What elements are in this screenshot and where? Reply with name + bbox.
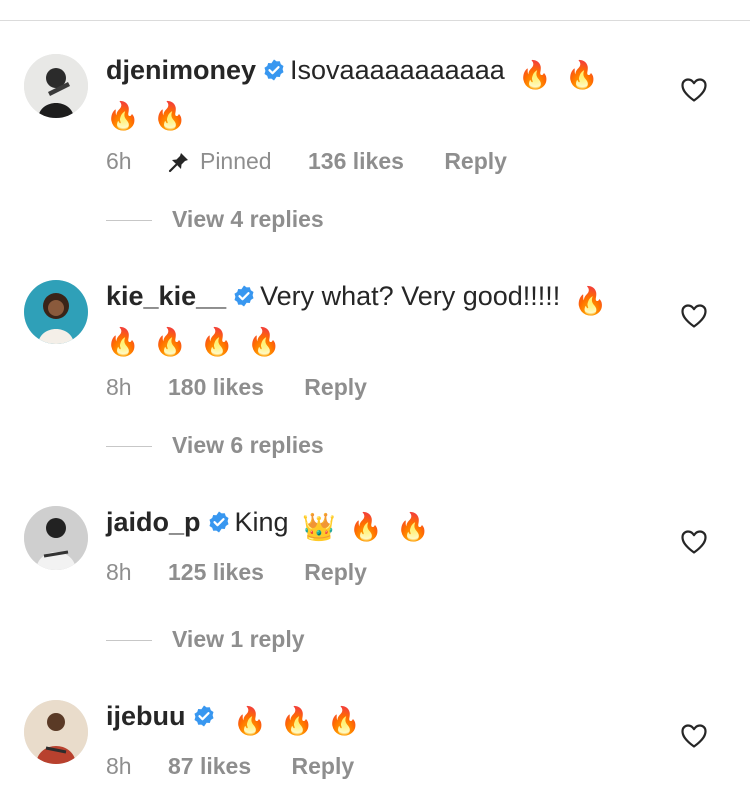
fire-emoji-icon: 🔥 bbox=[153, 327, 187, 357]
reply-button[interactable]: Reply bbox=[444, 148, 507, 175]
heart-outline-icon[interactable] bbox=[680, 529, 708, 555]
comment-meta: 8h 125 likes Reply bbox=[106, 559, 666, 586]
verified-badge-icon bbox=[207, 507, 231, 543]
comment-text: Isovaaaaaaaaaaa bbox=[290, 55, 505, 85]
fire-emoji-icon: 🔥 bbox=[327, 706, 361, 736]
divider-line bbox=[106, 640, 152, 642]
pinned-label: Pinned bbox=[168, 148, 272, 179]
comment-body: kie_kie__ Very what? Very good!!!!! 🔥 🔥 … bbox=[106, 278, 666, 401]
avatar[interactable] bbox=[24, 280, 88, 344]
likes-count[interactable]: 125 likes bbox=[168, 559, 264, 586]
comment-text-line: ijebuu 🔥 🔥 🔥 bbox=[106, 698, 666, 739]
comment-body: djenimoney Isovaaaaaaaaaaa 🔥 🔥 🔥 🔥 6h Pi… bbox=[106, 52, 666, 179]
view-replies-label: View 4 replies bbox=[172, 206, 324, 232]
likes-count[interactable]: 180 likes bbox=[168, 374, 264, 401]
comment-meta: 6h Pinned 136 likes Reply bbox=[106, 148, 666, 179]
reply-button[interactable]: Reply bbox=[304, 374, 367, 401]
username[interactable]: djenimoney bbox=[106, 55, 256, 85]
fire-emoji-icon: 🔥 bbox=[153, 101, 187, 131]
timestamp: 8h bbox=[106, 559, 132, 585]
verified-badge-icon bbox=[232, 281, 256, 317]
pin-icon bbox=[168, 151, 190, 179]
avatar[interactable] bbox=[24, 700, 88, 764]
pinned-text: Pinned bbox=[199, 148, 272, 174]
username[interactable]: kie_kie__ bbox=[106, 281, 226, 311]
fire-emoji-icon: 🔥 bbox=[233, 706, 267, 736]
heart-outline-icon[interactable] bbox=[680, 77, 708, 103]
timestamp: 6h bbox=[106, 148, 132, 174]
fire-emoji-icon: 🔥 bbox=[106, 327, 140, 357]
fire-emoji-icon: 🔥 bbox=[280, 706, 314, 736]
view-replies-label: View 1 reply bbox=[172, 626, 305, 652]
fire-emoji-icon: 🔥 bbox=[106, 101, 140, 131]
likes-count[interactable]: 87 likes bbox=[168, 753, 251, 780]
heart-outline-icon[interactable] bbox=[680, 723, 708, 749]
fire-emoji-icon: 🔥 bbox=[396, 512, 430, 542]
comment-text: Very what? Very good!!!!! bbox=[260, 281, 561, 311]
divider-line bbox=[106, 220, 152, 222]
reply-button[interactable]: Reply bbox=[292, 753, 355, 780]
comment-body: ijebuu 🔥 🔥 🔥 8h 87 likes Reply bbox=[106, 698, 666, 780]
comment-text: King bbox=[234, 507, 289, 537]
crown-emoji-icon: 👑 bbox=[302, 512, 336, 542]
verified-badge-icon bbox=[262, 55, 286, 91]
fire-emoji-icon: 🔥 bbox=[573, 286, 608, 316]
username[interactable]: jaido_p bbox=[106, 507, 201, 537]
fire-emoji-icon: 🔥 bbox=[349, 512, 383, 542]
comment-meta: 8h 87 likes Reply bbox=[106, 753, 666, 780]
comment-text-line: kie_kie__ Very what? Very good!!!!! 🔥 🔥 … bbox=[106, 278, 666, 360]
comment-text-line: jaido_p King 👑 🔥 🔥 bbox=[106, 504, 666, 545]
username[interactable]: ijebuu bbox=[106, 701, 186, 731]
view-replies-button[interactable]: View 4 replies bbox=[106, 206, 506, 233]
timestamp: 8h bbox=[106, 374, 132, 400]
timestamp: 8h bbox=[106, 753, 132, 779]
comment-meta: 8h 180 likes Reply bbox=[106, 374, 666, 401]
fire-emoji-icon: 🔥 bbox=[200, 327, 234, 357]
comment-body: jaido_p King 👑 🔥 🔥 8h 125 likes Reply bbox=[106, 504, 666, 586]
comment-text-line: djenimoney Isovaaaaaaaaaaa 🔥 🔥 🔥 🔥 bbox=[106, 52, 666, 134]
view-replies-label: View 6 replies bbox=[172, 432, 324, 458]
divider-line bbox=[106, 446, 152, 448]
likes-count[interactable]: 136 likes bbox=[308, 148, 404, 175]
verified-badge-icon bbox=[192, 701, 216, 737]
view-replies-button[interactable]: View 1 reply bbox=[106, 626, 506, 653]
fire-emoji-icon: 🔥 bbox=[565, 60, 600, 90]
heart-outline-icon[interactable] bbox=[680, 303, 708, 329]
avatar[interactable] bbox=[24, 54, 88, 118]
view-replies-button[interactable]: View 6 replies bbox=[106, 432, 506, 459]
fire-emoji-icon: 🔥 bbox=[247, 327, 282, 357]
reply-button[interactable]: Reply bbox=[304, 559, 367, 586]
avatar[interactable] bbox=[24, 506, 88, 570]
top-divider bbox=[0, 20, 750, 21]
fire-emoji-icon: 🔥 bbox=[518, 60, 552, 90]
